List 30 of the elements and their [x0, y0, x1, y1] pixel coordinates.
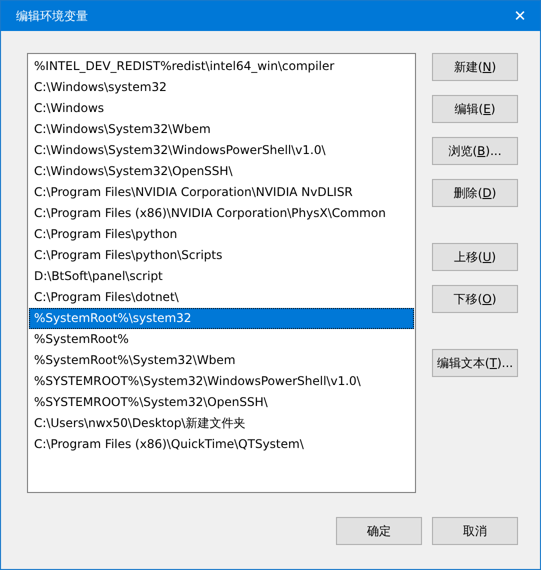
path-item[interactable]: C:\Program Files (x86)\NVIDIA Corporation\PhysX\Common: [29, 203, 414, 224]
path-item[interactable]: C:\Program Files\dotnet\: [29, 287, 414, 308]
action-button[interactable]: 编辑文本(T)...: [432, 349, 518, 377]
path-item[interactable]: %SYSTEMROOT%\System32\OpenSSH\: [29, 392, 414, 413]
dialog-button[interactable]: 确定: [336, 517, 422, 545]
path-item[interactable]: C:\Program Files (x86)\QuickTime\QTSystem\: [29, 434, 414, 455]
path-item[interactable]: C:\Windows\system32: [29, 77, 414, 98]
path-item[interactable]: %INTEL_DEV_REDIST%redist\intel64_win\compiler: [29, 56, 414, 77]
path-item[interactable]: %SystemRoot%: [29, 329, 414, 350]
path-item[interactable]: C:\Windows\System32\Wbem: [29, 119, 414, 140]
path-item[interactable]: %SystemRoot%\System32\Wbem: [29, 350, 414, 371]
path-item[interactable]: %SystemRoot%\system32: [29, 308, 414, 329]
action-button[interactable]: 上移(U): [432, 243, 518, 271]
path-item[interactable]: C:\Program Files\NVIDIA Corporation\NVIDIA NvDLISR: [29, 182, 414, 203]
path-item[interactable]: C:\Windows\System32\OpenSSH\: [29, 161, 414, 182]
window-title: 编辑环境变量: [16, 8, 88, 24]
action-button[interactable]: 新建(N): [432, 53, 518, 81]
dialog-button[interactable]: 取消: [432, 517, 518, 545]
action-button[interactable]: 编辑(E): [432, 95, 518, 123]
path-item[interactable]: C:\Windows\System32\WindowsPowerShell\v1.0\: [29, 140, 414, 161]
path-item[interactable]: C:\Program Files\python\Scripts: [29, 245, 414, 266]
path-item[interactable]: D:\BtSoft\panel\script: [29, 266, 414, 287]
action-button[interactable]: 删除(D): [432, 179, 518, 207]
action-button[interactable]: 浏览(B)...: [432, 137, 518, 165]
path-item[interactable]: C:\Program Files\python: [29, 224, 414, 245]
path-item[interactable]: %SYSTEMROOT%\System32\WindowsPowerShell\v1.0\: [29, 371, 414, 392]
path-item[interactable]: C:\Windows: [29, 98, 414, 119]
action-button[interactable]: 下移(O): [432, 285, 518, 313]
close-button[interactable]: ✕: [500, 1, 540, 31]
path-item[interactable]: C:\Users\nwx50\Desktop\新建文件夹: [29, 413, 414, 434]
